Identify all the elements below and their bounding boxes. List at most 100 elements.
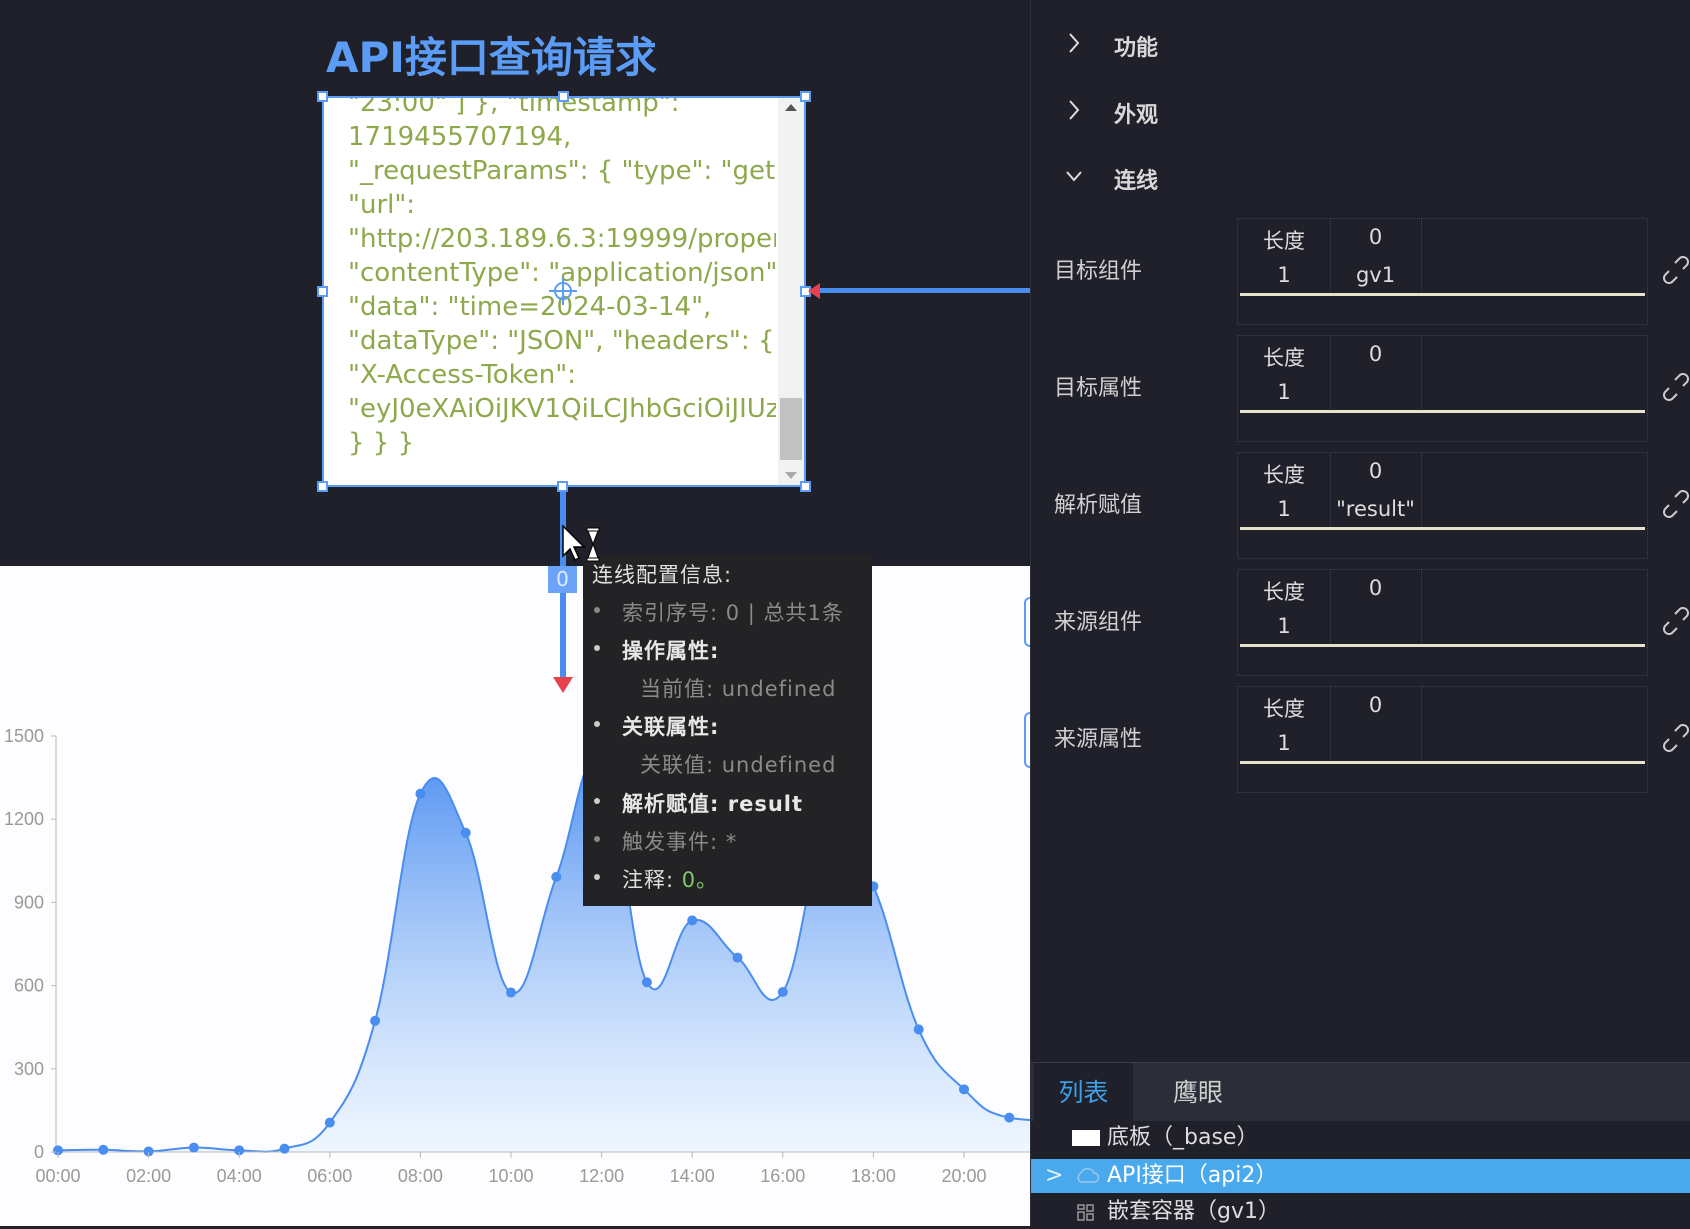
resize-handle-tl[interactable]	[317, 91, 328, 102]
tree-item-base[interactable]: 底板（_base）	[1031, 1121, 1690, 1155]
move-crosshair-icon[interactable]	[549, 277, 577, 305]
json-line: "http://203.189.6.3:19999/property	[348, 224, 776, 254]
y-tick-label: 0	[34, 1142, 44, 1162]
json-line: "X-Access-Token":	[348, 360, 576, 390]
json-line: "url":	[348, 190, 416, 220]
note-label: 注释:	[622, 868, 675, 892]
tooltip-op-attr: 操作属性:	[622, 639, 720, 663]
item-index: 1	[1277, 380, 1291, 404]
connection-index-label[interactable]: 0	[548, 566, 577, 593]
data-point	[551, 871, 562, 882]
link-icon[interactable]	[1662, 724, 1690, 752]
length-value[interactable]: 0	[1330, 342, 1421, 366]
x-tick-label: 18:00	[851, 1166, 896, 1186]
array-editor[interactable]: 长度 0 1 "result"	[1237, 452, 1648, 559]
data-point	[1004, 1112, 1015, 1123]
x-tick-label: 20:00	[941, 1166, 986, 1186]
link-icon[interactable]	[1662, 490, 1690, 518]
bullet	[594, 798, 600, 804]
data-point	[279, 1143, 290, 1154]
length-label: 长度	[1263, 463, 1305, 487]
link-icon[interactable]	[1662, 607, 1690, 635]
y-tick-label: 1200	[4, 809, 44, 829]
section-1[interactable]: 外观	[1066, 97, 1158, 129]
arrow-left-icon	[808, 283, 820, 299]
data-point	[324, 1117, 335, 1128]
data-point	[98, 1144, 109, 1155]
resize-handle-bl[interactable]	[317, 481, 328, 492]
white-rect-icon	[1072, 1130, 1100, 1146]
property-row: 解析赋值 长度 0 1 "result"	[1031, 452, 1690, 559]
input-underline	[1240, 644, 1645, 647]
row-label: 来源属性	[1054, 727, 1143, 752]
tooltip-trigger: 触发事件: *	[622, 830, 738, 854]
data-point	[959, 1084, 969, 1095]
x-tick-label: 00:00	[35, 1166, 80, 1186]
link-icon[interactable]	[1662, 256, 1690, 284]
length-value[interactable]: 0	[1330, 576, 1421, 600]
json-line: "dataType": "JSON", "headers": {	[348, 326, 775, 356]
resize-handle-tr[interactable]	[800, 91, 811, 102]
row-label: 目标属性	[1054, 376, 1143, 401]
bullet	[594, 721, 600, 727]
arrow-down-icon	[553, 677, 573, 693]
tooltip-index: 索引序号: 0 | 总共1条	[622, 601, 844, 625]
array-editor[interactable]: 长度 0 1	[1237, 335, 1648, 442]
array-editor[interactable]: 长度 0 1 gv1	[1237, 218, 1648, 325]
chevron-down-icon[interactable]	[1066, 165, 1094, 193]
json-line: "eyJ0eXAiOiJKV1QiLCJhbGciOiJIUz	[348, 394, 776, 424]
input-underline	[1240, 410, 1645, 413]
chevron-right-icon[interactable]	[1066, 99, 1094, 127]
tooltip-note: 注释: 0。	[622, 864, 718, 894]
resize-handle-br[interactable]	[800, 481, 811, 492]
tree-item-api2[interactable]: > API接口（api2）	[1031, 1159, 1690, 1193]
resize-handle-b[interactable]	[557, 481, 568, 492]
length-value[interactable]: 0	[1330, 225, 1421, 249]
x-tick-label: 16:00	[760, 1166, 805, 1186]
item-value[interactable]: gv1	[1330, 263, 1421, 287]
section-0[interactable]: 功能	[1066, 30, 1158, 62]
length-value[interactable]: 0	[1330, 459, 1421, 483]
cursor-busy-icon	[562, 524, 600, 562]
scrollbar-thumb[interactable]	[780, 398, 802, 460]
row-label: 解析赋值	[1054, 493, 1143, 518]
resize-handle-t[interactable]	[558, 91, 569, 102]
tree-item-label: 底板（_base）	[1107, 1125, 1259, 1150]
tooltip-parse: 解析赋值: result	[622, 788, 803, 818]
tooltip-current-value: 当前值: undefined	[640, 677, 837, 701]
array-editor[interactable]: 长度 0 1	[1237, 686, 1648, 793]
array-editor[interactable]: 长度 0 1	[1237, 569, 1648, 676]
data-point	[370, 1015, 381, 1026]
item-index: 1	[1277, 614, 1291, 638]
chevron-right-icon[interactable]	[1066, 32, 1094, 60]
page-title: API接口查询请求	[326, 33, 657, 82]
x-tick-label: 04:00	[217, 1166, 262, 1186]
scroll-down-icon[interactable]	[785, 472, 797, 479]
data-point	[732, 952, 743, 963]
connection-line-horizontal[interactable]	[814, 288, 1030, 293]
section-2[interactable]: 连线	[1066, 163, 1158, 195]
item-value[interactable]: "result"	[1330, 497, 1421, 521]
item-index: 1	[1277, 731, 1291, 755]
property-row: 来源组件 长度 0 1	[1031, 569, 1690, 676]
connection-tooltip: 连线配置信息: 索引序号: 0 | 总共1条 操作属性: 当前值: undefi…	[583, 555, 872, 906]
resize-handle-l[interactable]	[317, 286, 328, 297]
length-label: 长度	[1263, 229, 1305, 253]
divider	[1421, 453, 1422, 528]
parse-label: 解析赋值:	[622, 792, 720, 816]
tab-list[interactable]: 列表	[1034, 1063, 1133, 1122]
data-point	[188, 1142, 199, 1153]
length-value[interactable]: 0	[1330, 693, 1421, 717]
scroll-up-icon[interactable]	[785, 104, 797, 111]
item-index: 1	[1277, 497, 1291, 521]
row-label: 目标组件	[1054, 259, 1143, 284]
x-tick-label: 12:00	[579, 1166, 624, 1186]
x-tick-label: 10:00	[488, 1166, 533, 1186]
section-label: 连线	[1114, 169, 1159, 194]
tree-item-gv1[interactable]: 嵌套容器（gv1）	[1031, 1195, 1690, 1229]
y-tick-label: 900	[14, 892, 44, 912]
chevron-right-icon[interactable]: >	[1045, 1159, 1063, 1193]
link-icon[interactable]	[1662, 373, 1690, 401]
chart-component[interactable]: 0 300 600 900 1200 1500 00:00 02:00 04:00 06:00 08…	[0, 566, 1030, 1226]
tab-eagle-eye[interactable]: 鹰眼	[1133, 1063, 1263, 1122]
